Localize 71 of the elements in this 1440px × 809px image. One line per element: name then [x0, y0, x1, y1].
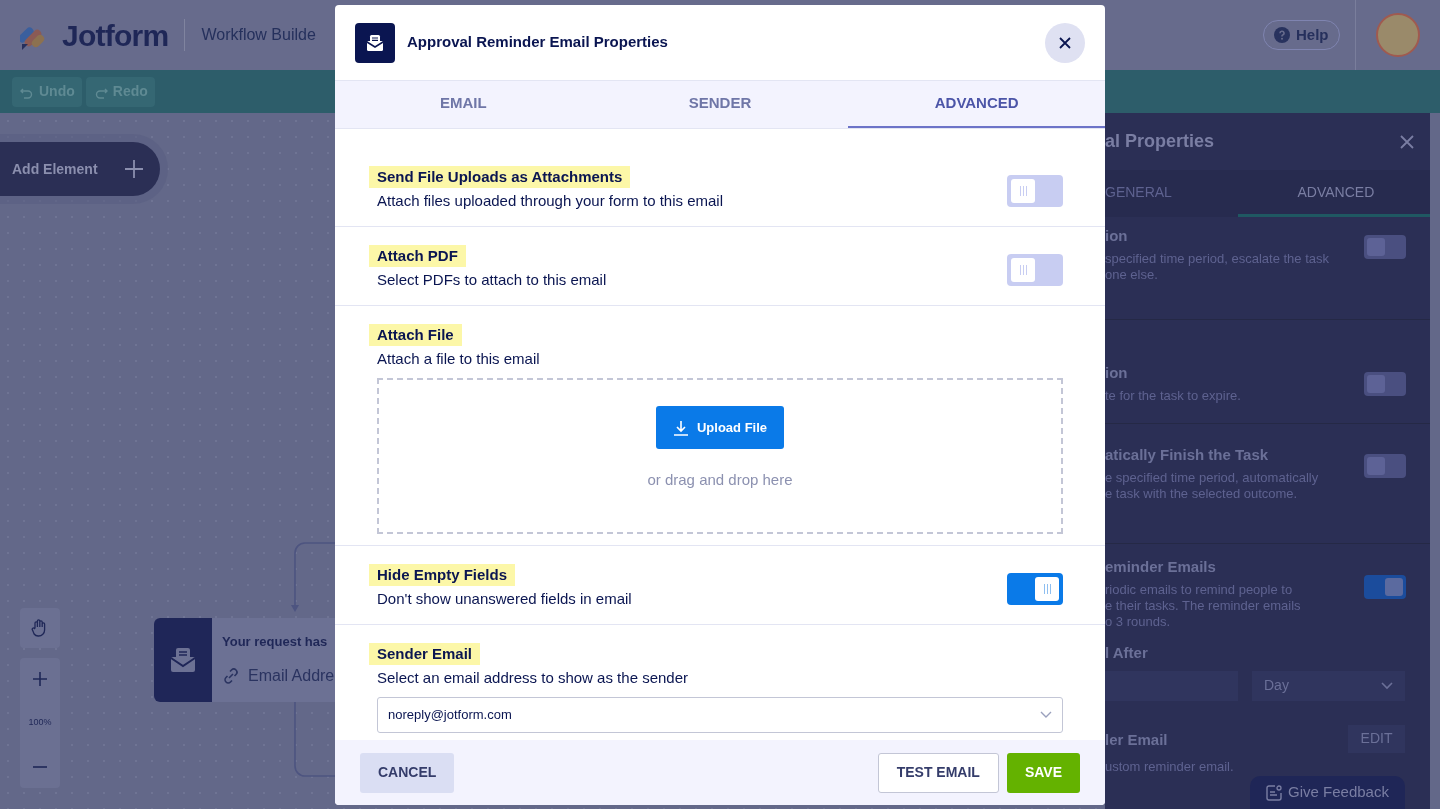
setting-title: atically Finish the Task: [1105, 446, 1270, 464]
chevron-down-icon: [1040, 711, 1052, 719]
setting-title: ion: [1105, 364, 1129, 382]
setting-label: Hide Empty Fields: [369, 564, 516, 586]
dialog-tab[interactable]: SENDER: [591, 81, 849, 128]
envelope-icon: [168, 645, 198, 675]
panel-tab[interactable]: ADVANCED: [1237, 170, 1430, 217]
setting-description: o 3 rounds.: [1105, 614, 1171, 630]
drop-zone[interactable]: Upload File or drag and drop here: [377, 378, 1063, 534]
toggle-switch[interactable]: [1364, 235, 1406, 259]
close-icon[interactable]: [1400, 134, 1414, 149]
setting-description: Attach a file to this email: [377, 350, 541, 368]
minus-icon: [33, 766, 47, 768]
logo-text: Jotform: [62, 17, 169, 54]
setting-description: Select an email address to show as the sender: [377, 669, 689, 687]
setting-description: riodic emails to remind people to: [1105, 582, 1293, 598]
number-field[interactable]: [1105, 670, 1238, 701]
setting-description: e task with the selected outcome.: [1105, 486, 1298, 502]
cancel-button[interactable]: CANCEL: [360, 752, 455, 793]
setting-description: e specified time period, automatically: [1105, 470, 1319, 486]
setting-description: specified time period, escalate the task: [1105, 251, 1329, 267]
toggle-switch[interactable]: [1364, 372, 1406, 396]
unit-select[interactable]: Day: [1252, 670, 1405, 701]
link-icon: [222, 666, 240, 685]
close-button[interactable]: [1045, 22, 1085, 63]
toggle-switch[interactable]: [1007, 573, 1063, 605]
field-label: l After: [1105, 643, 1149, 663]
save-button[interactable]: SAVE: [1006, 752, 1080, 793]
setting-description: Select PDFs to attach to this email: [377, 271, 608, 289]
toggle-switch[interactable]: [1364, 575, 1406, 599]
setting-title: eminder Emails: [1105, 558, 1217, 576]
panel-tab[interactable]: GENERAL: [1105, 170, 1238, 217]
node-field: Email Addre: [248, 663, 335, 688]
setting-title: ion: [1105, 227, 1129, 245]
plus-icon: [33, 672, 47, 686]
help-icon: [1274, 27, 1290, 43]
chevron-down-icon: [1381, 681, 1393, 690]
setting-label: Attach File: [369, 324, 462, 346]
plus-icon: [124, 159, 144, 179]
dialog-tab[interactable]: EMAIL: [335, 81, 592, 128]
toggle-switch[interactable]: [1364, 454, 1406, 478]
toggle-switch[interactable]: [1007, 254, 1063, 286]
drop-hint: or drag and drop here: [647, 470, 793, 491]
setting-description: Attach files uploaded through your form to this email: [377, 192, 725, 210]
email-icon: [355, 22, 395, 63]
dialog-title: Approval Reminder Email Properties: [407, 32, 668, 53]
test-email-button[interactable]: TEST EMAIL: [877, 752, 999, 793]
panel-title: al Properties: [1105, 130, 1215, 153]
setting-title: ler Email: [1105, 729, 1168, 750]
setting-label: Send File Uploads as Attachments: [369, 166, 631, 188]
hand-tool-button[interactable]: [20, 608, 60, 648]
add-element-button[interactable]: Add Element: [0, 142, 160, 196]
feedback-button[interactable]: Give Feedback: [1250, 776, 1405, 809]
setting-description: ustom reminder email.: [1105, 758, 1234, 776]
app-title: Workflow Builde: [201, 25, 316, 45]
node-title: Your request has: [222, 633, 329, 651]
upload-file-button[interactable]: Upload File: [656, 406, 784, 450]
toggle-switch[interactable]: [1007, 175, 1063, 207]
setting-description: e their tasks. The reminder emails: [1105, 598, 1301, 614]
edit-button[interactable]: EDIT: [1348, 724, 1405, 753]
setting-label: Attach PDF: [369, 245, 466, 267]
setting-description: Don't show unanswered fields in email: [377, 590, 633, 608]
close-icon: [1059, 36, 1071, 49]
download-icon: [672, 419, 689, 436]
sender-email-select[interactable]: noreply@jotform.com: [377, 697, 1063, 733]
avatar[interactable]: [1376, 13, 1420, 57]
setting-description: one else.: [1105, 267, 1158, 283]
setting-label: Sender Email: [369, 643, 481, 665]
setting-description: te for the task to expire.: [1105, 388, 1241, 404]
feedback-icon: [1266, 784, 1283, 801]
zoom-level: 100%: [28, 716, 52, 730]
